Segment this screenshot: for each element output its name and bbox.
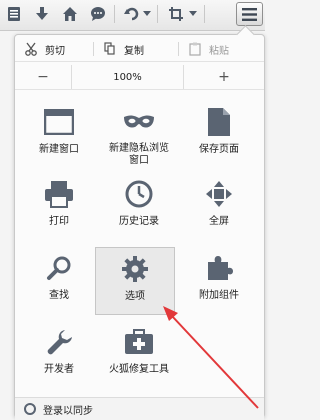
- paste-button[interactable]: 粘贴: [179, 37, 264, 61]
- bookmark-list-icon[interactable]: [2, 3, 26, 25]
- wrench-icon: [43, 326, 75, 358]
- print-button[interactable]: 打印: [19, 173, 99, 239]
- save-page-button[interactable]: 保存页面: [179, 101, 259, 167]
- paste-label: 粘贴: [209, 45, 229, 57]
- fullscreen-label: 全屏: [209, 216, 229, 227]
- options-button[interactable]: 选项: [95, 247, 175, 315]
- menu-button[interactable]: [236, 2, 263, 26]
- scissors-icon: [25, 42, 37, 56]
- menu-panel: 剪切 复制 粘贴 − 100% + 新建窗口 新建隐私浏览 窗口 保存页面 打印…: [14, 25, 265, 420]
- download-icon[interactable]: [30, 3, 54, 25]
- zoom-out-button[interactable]: −: [15, 69, 71, 85]
- edit-row: 剪切 复制 粘贴: [15, 37, 264, 62]
- new-window-label: 新建窗口: [39, 144, 79, 155]
- page-icon: [203, 106, 235, 138]
- private-window-label-line1: 新建隐私浏览: [109, 143, 169, 154]
- home-icon[interactable]: [58, 3, 82, 25]
- crop-icon[interactable]: [164, 3, 188, 25]
- new-window-button[interactable]: 新建窗口: [19, 101, 99, 167]
- gear-icon: [119, 253, 151, 285]
- zoom-reset-button[interactable]: 100%: [71, 65, 184, 89]
- copy-icon: [104, 42, 115, 55]
- zoom-row: − 100% +: [15, 65, 264, 90]
- repair-tool-label: 火狐修复工具: [109, 364, 169, 375]
- window-icon: [43, 106, 75, 138]
- copy-label: 复制: [124, 45, 144, 57]
- history-button[interactable]: 历史记录: [99, 173, 179, 239]
- printer-icon: [43, 178, 75, 210]
- chat-icon[interactable]: [86, 3, 110, 25]
- new-private-window-button[interactable]: 新建隐私浏览 窗口: [99, 101, 179, 167]
- cut-button[interactable]: 剪切: [15, 37, 93, 61]
- addons-button[interactable]: 附加组件: [179, 247, 259, 313]
- browser-toolbar: [0, 0, 265, 31]
- signin-row[interactable]: 登录以同步: [15, 397, 264, 420]
- magnifier-icon: [43, 252, 75, 284]
- repair-tool-button[interactable]: 火狐修复工具: [99, 321, 179, 387]
- private-window-label-line2: 窗口: [129, 155, 149, 166]
- developer-label: 开发者: [44, 364, 74, 375]
- cut-label: 剪切: [45, 45, 65, 57]
- signin-label: 登录以同步: [43, 405, 93, 417]
- find-label: 查找: [49, 290, 69, 301]
- fullscreen-button[interactable]: 全屏: [179, 173, 259, 239]
- dropdown-arrow-icon[interactable]: [140, 3, 154, 25]
- developer-button[interactable]: 开发者: [19, 321, 99, 387]
- find-button[interactable]: 查找: [19, 247, 99, 313]
- zoom-in-button[interactable]: +: [184, 69, 264, 85]
- fullscreen-arrows-icon: [203, 178, 235, 210]
- copy-button[interactable]: 复制: [94, 37, 178, 61]
- menu-icon: [242, 7, 257, 21]
- puzzle-icon: [203, 252, 235, 284]
- first-aid-kit-icon: [123, 326, 155, 358]
- options-label: 选项: [125, 291, 145, 302]
- clock-icon: [123, 178, 155, 210]
- paste-icon: [189, 42, 201, 56]
- save-page-label: 保存页面: [199, 144, 239, 155]
- mask-icon: [123, 106, 155, 137]
- addons-label: 附加组件: [199, 290, 239, 301]
- print-label: 打印: [49, 216, 69, 227]
- history-label: 历史记录: [119, 216, 159, 227]
- dropdown-arrow-icon[interactable]: [186, 3, 200, 25]
